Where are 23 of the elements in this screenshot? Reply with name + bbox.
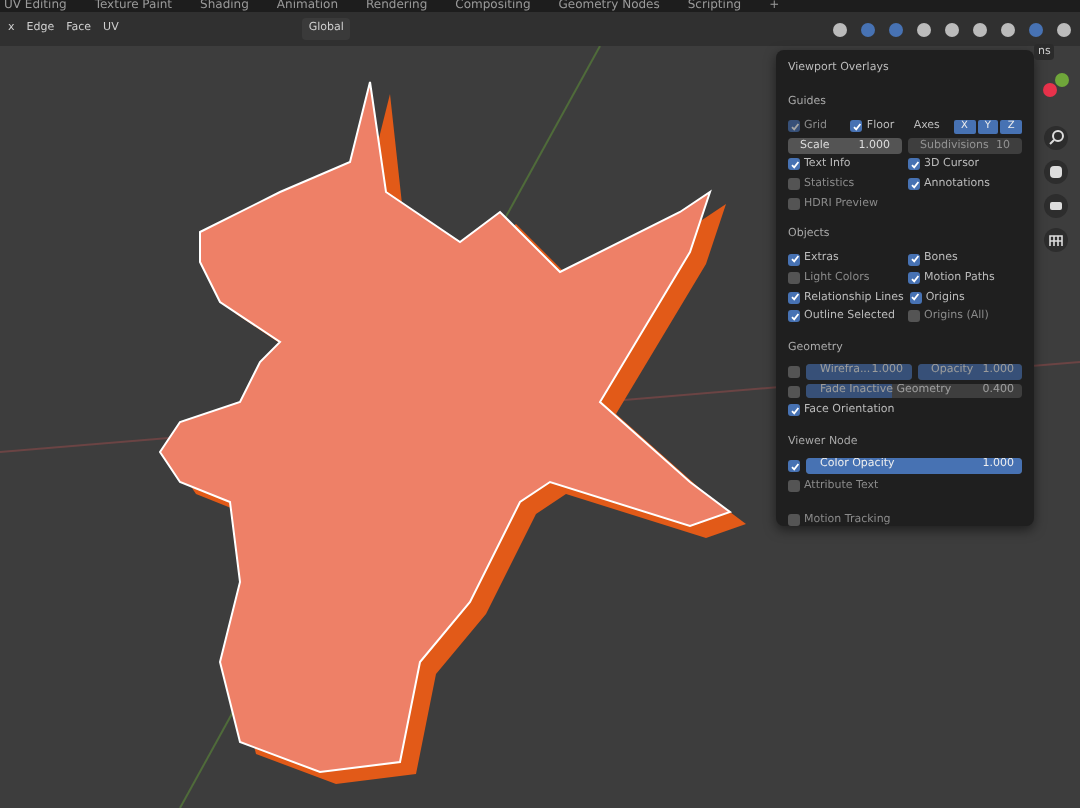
checkbox[interactable] (908, 310, 920, 323)
checkbox[interactable] (788, 253, 800, 266)
checkbox[interactable] (788, 479, 800, 492)
checkbox[interactable] (908, 272, 920, 285)
checkbox[interactable] (788, 197, 800, 210)
checkbox[interactable] (908, 158, 920, 171)
checkbox[interactable] (788, 158, 800, 171)
checkbox[interactable] (788, 272, 800, 285)
checkbox[interactable] (850, 120, 863, 133)
checkbox[interactable] (909, 291, 922, 304)
checkbox[interactable] (788, 291, 800, 304)
navigation-gizmo[interactable] (1043, 73, 1069, 97)
checkbox[interactable] (788, 310, 800, 323)
checkbox[interactable] (788, 514, 800, 527)
checkbox[interactable] (788, 385, 800, 398)
zoom-icon[interactable] (1044, 126, 1068, 150)
checkbox[interactable] (908, 178, 920, 191)
grid-icon[interactable] (1044, 228, 1068, 252)
checkbox[interactable] (788, 404, 800, 417)
checkbox[interactable] (908, 253, 920, 266)
checkbox[interactable] (788, 460, 800, 473)
checkbox[interactable] (788, 366, 800, 379)
checkbox[interactable] (788, 178, 800, 191)
